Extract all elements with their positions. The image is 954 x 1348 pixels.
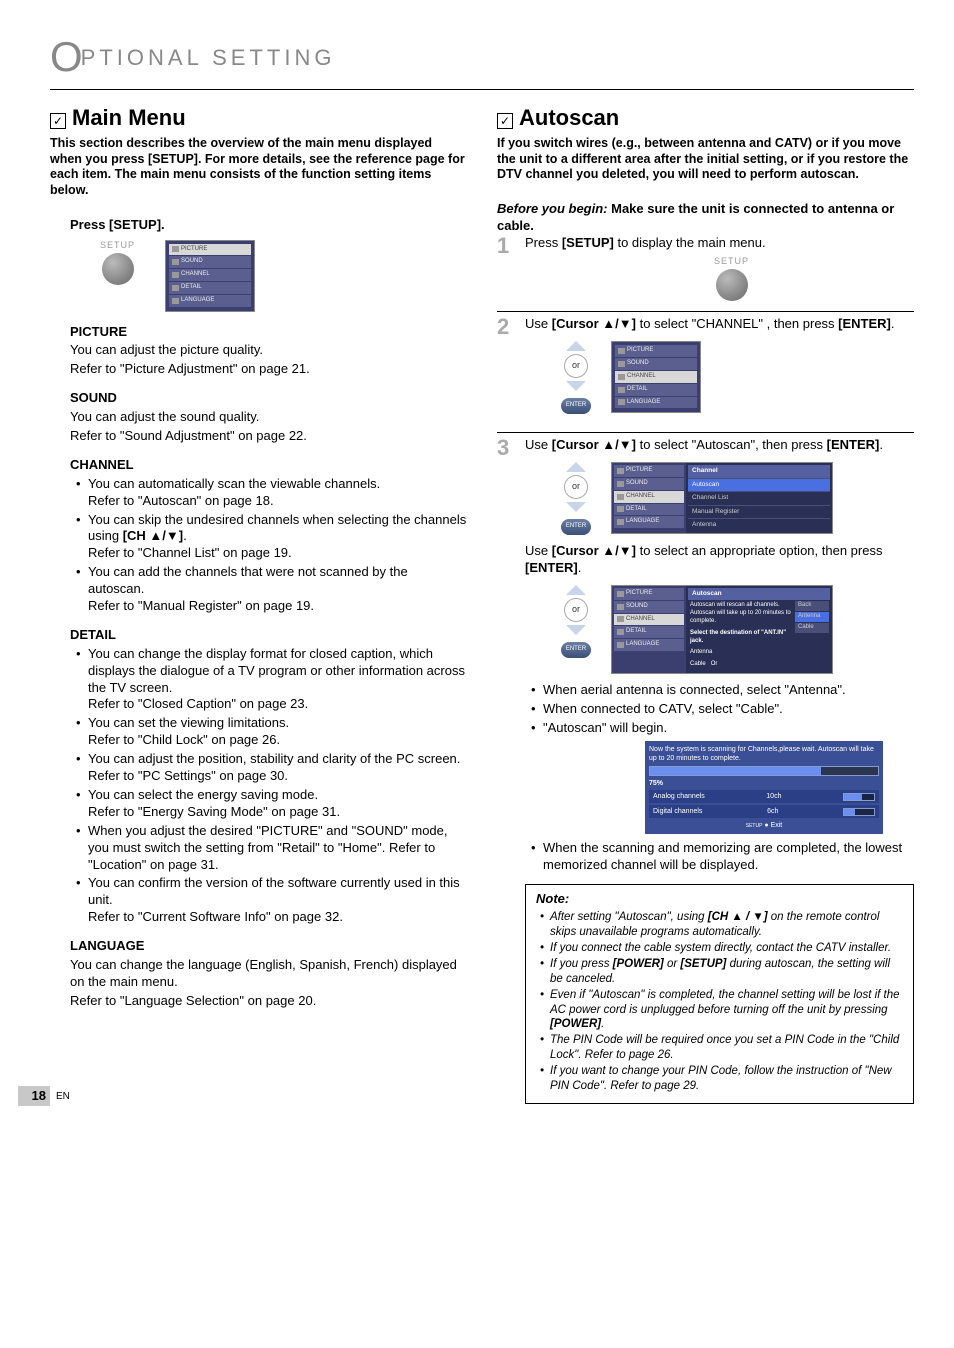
picture-head: PICTURE — [70, 324, 467, 341]
detail-b1: You can change the display format for cl… — [88, 646, 467, 714]
detail-b4: You can select the energy saving mode.Re… — [88, 787, 467, 821]
note-6: If you want to change your PIN Code, fol… — [550, 1064, 903, 1094]
detail-b6: You can confirm the version of the softw… — [88, 875, 467, 926]
right-column: ✓ Autoscan If you switch wires (e.g., be… — [497, 104, 914, 1105]
channel-head: CHANNEL — [70, 457, 467, 474]
channel-b3: You can add the channels that were not s… — [88, 564, 467, 615]
note-5: The PIN Code will be required once you s… — [550, 1033, 903, 1063]
note-2: If you connect the cable system directly… — [550, 941, 903, 956]
picture-l2: Refer to "Picture Adjustment" on page 21… — [70, 361, 467, 378]
s3-bullet-3: "Autoscan" will begin. — [543, 720, 914, 737]
cursor-up-icon — [566, 341, 586, 351]
detail-b3: You can adjust the position, stability a… — [88, 751, 467, 785]
channel-b2: You can skip the undesired channels when… — [88, 512, 467, 563]
channel-submenu-screenshot: PICTURE SOUND CHANNEL DETAIL LANGUAGE Ch… — [611, 462, 833, 534]
detail-head: DETAIL — [70, 627, 467, 644]
or-label: or — [564, 354, 588, 378]
before-you-begin: Before you begin: Make sure the unit is … — [497, 201, 914, 235]
detail-b5: When you adjust the desired "PICTURE" an… — [88, 823, 467, 874]
autoscan-title: Autoscan — [519, 104, 619, 133]
s3-bullet-1: When aerial antenna is connected, select… — [543, 682, 914, 699]
sound-l1: You can adjust the sound quality. — [70, 409, 467, 426]
page-number: 18 EN — [18, 1086, 70, 1106]
cursor-down-icon — [566, 381, 586, 391]
main-menu-screenshot: PICTURE SOUND CHANNEL DETAIL LANGUAGE — [165, 240, 255, 312]
enter-button-icon: ENTER — [561, 398, 591, 414]
autoscan-progress-screenshot: Now the system is scanning for Channels,… — [645, 741, 883, 835]
page-header: OPTIONAL SETTING — [50, 30, 914, 90]
setup-button-icon — [716, 269, 748, 301]
cursor-down-icon — [566, 625, 586, 635]
dpad-diagram: or ENTER — [561, 341, 591, 414]
header-title: PTIONAL SETTING — [81, 45, 336, 70]
channel-b1: You can automatically scan the viewable … — [88, 476, 467, 510]
or-label: or — [564, 598, 588, 622]
header-initial: O — [50, 33, 83, 80]
cursor-up-icon — [566, 462, 586, 472]
enter-button-icon: ENTER — [561, 519, 591, 535]
step-1-body: Press [SETUP] to display the main menu. … — [525, 235, 914, 302]
language-l2: Refer to "Language Selection" on page 20… — [70, 993, 467, 1010]
or-label: or — [564, 475, 588, 499]
left-column: ✓ Main Menu This section describes the o… — [50, 104, 467, 1105]
press-setup-label: Press [SETUP]. — [70, 217, 467, 234]
setup-button-icon — [102, 253, 134, 285]
check-icon: ✓ — [497, 113, 513, 129]
picture-l1: You can adjust the picture quality. — [70, 342, 467, 359]
step-3-number: 3 — [497, 437, 515, 1104]
check-icon: ✓ — [50, 113, 66, 129]
s3-bullet-4: When the scanning and memorizing are com… — [543, 840, 914, 874]
autoscan-intro: If you switch wires (e.g., between anten… — [497, 136, 914, 183]
step-2-number: 2 — [497, 316, 515, 422]
detail-b2: You can set the viewing limitations.Refe… — [88, 715, 467, 749]
note-box: Note: After setting "Autoscan", using [C… — [525, 884, 914, 1104]
main-menu-intro: This section describes the overview of t… — [50, 136, 467, 199]
sound-l2: Refer to "Sound Adjustment" on page 22. — [70, 428, 467, 445]
enter-button-icon: ENTER — [561, 642, 591, 658]
cursor-up-icon — [566, 585, 586, 595]
language-head: LANGUAGE — [70, 938, 467, 955]
note-4: Even if "Autoscan" is completed, the cha… — [550, 988, 903, 1033]
cursor-down-icon — [566, 502, 586, 512]
channel-menu-screenshot: PICTURE SOUND CHANNEL DETAIL LANGUAGE — [611, 341, 701, 413]
setup-label: SETUP — [549, 256, 914, 268]
language-l1: You can change the language (English, Sp… — [70, 957, 467, 991]
dpad-diagram: or ENTER — [561, 585, 591, 658]
main-menu-title: Main Menu — [72, 104, 186, 133]
step-1-number: 1 — [497, 235, 515, 302]
setup-label: SETUP — [100, 240, 135, 252]
autoscan-submenu-screenshot: PICTURE SOUND CHANNEL DETAIL LANGUAGE Au… — [611, 585, 833, 674]
note-1: After setting "Autoscan", using [CH ▲ / … — [550, 910, 903, 940]
sound-head: SOUND — [70, 390, 467, 407]
s3-bullet-2: When connected to CATV, select "Cable". — [543, 701, 914, 718]
step-3-body: Use [Cursor ▲/▼] to select "Autoscan", t… — [525, 437, 914, 1104]
note-3: If you press [POWER] or [SETUP] during a… — [550, 957, 903, 987]
dpad-diagram: or ENTER — [561, 462, 591, 535]
step-2-body: Use [Cursor ▲/▼] to select "CHANNEL" , t… — [525, 316, 914, 422]
note-head: Note: — [536, 891, 903, 908]
setup-button-diagram: SETUP — [100, 240, 135, 286]
